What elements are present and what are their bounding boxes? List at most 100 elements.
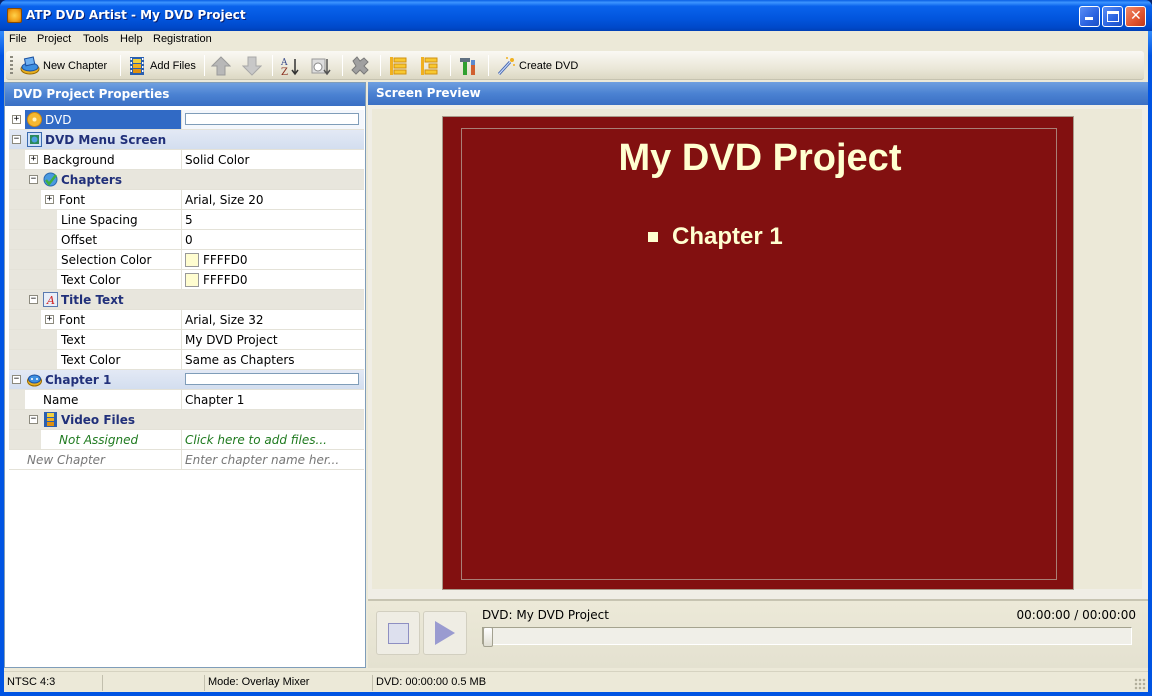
collapse-icon[interactable]: −: [12, 375, 21, 384]
color-hex: FFFFD0: [203, 273, 248, 287]
property-row-dvd-menu-screen[interactable]: − DVD Menu Screen: [9, 130, 364, 150]
property-row-not-assigned[interactable]: Not Assigned Click here to add files...: [9, 430, 364, 450]
safe-area-frame: My DVD Project Chapter 1: [461, 128, 1057, 580]
toolbar-separator: [380, 55, 381, 76]
property-row-chapters-font[interactable]: + Font Arial, Size 20: [9, 190, 364, 210]
property-row-title-text-color[interactable]: Text Color Same as Chapters: [9, 350, 364, 370]
list-expand-icon: [388, 56, 408, 76]
settings-button[interactable]: [458, 54, 481, 77]
move-up-button[interactable]: [210, 54, 234, 77]
collapse-icon[interactable]: −: [12, 135, 21, 144]
video-files-icon: [43, 412, 58, 427]
dvd-title-text[interactable]: My DVD Project: [462, 137, 1058, 180]
property-value[interactable]: 5: [181, 210, 364, 229]
move-down-button[interactable]: [241, 54, 265, 77]
properties-panel-header: DVD Project Properties: [5, 83, 365, 106]
minimize-button[interactable]: [1079, 6, 1100, 27]
property-row-dvd[interactable]: + DVD: [9, 110, 364, 130]
add-files-link[interactable]: Click here to add files...: [181, 430, 364, 449]
create-dvd-button[interactable]: Create DVD: [496, 54, 578, 77]
property-row-chapters[interactable]: − Chapters: [9, 170, 364, 190]
play-icon: [435, 621, 455, 645]
property-row-selection-color[interactable]: Selection Color FFFFD0: [9, 250, 364, 270]
menu-tools[interactable]: Tools: [83, 33, 109, 45]
resize-grip[interactable]: [1134, 678, 1146, 690]
tools-icon: [458, 56, 478, 76]
chapter-name-input[interactable]: [185, 373, 359, 385]
property-row-chapter-1[interactable]: − Chapter 1: [9, 370, 364, 390]
property-value[interactable]: Same as Chapters: [181, 350, 364, 369]
expand-all-button[interactable]: [388, 54, 411, 77]
list-collapse-icon: [419, 56, 439, 76]
toolbar-grip[interactable]: [10, 56, 13, 76]
title-bar[interactable]: ATP DVD Artist - My DVD Project ✕: [0, 0, 1152, 31]
property-row-new-chapter[interactable]: New Chapter Enter chapter name her...: [9, 450, 364, 470]
property-value[interactable]: 0: [181, 230, 364, 249]
dvd-menu-preview[interactable]: My DVD Project Chapter 1: [442, 116, 1074, 590]
maximize-icon: [1107, 11, 1119, 22]
sort-time-icon: [311, 56, 331, 76]
menu-help[interactable]: Help: [120, 33, 143, 45]
property-name: DVD Menu Screen: [45, 133, 167, 147]
play-button[interactable]: [423, 611, 467, 655]
property-row-offset[interactable]: Offset 0: [9, 230, 364, 250]
dvd-name-input[interactable]: [185, 113, 359, 125]
property-row-title-font[interactable]: + Font Arial, Size 32: [9, 310, 364, 330]
property-row-chapter-name[interactable]: Name Chapter 1: [9, 390, 364, 410]
add-files-button[interactable]: Add Files: [127, 54, 196, 77]
property-value[interactable]: Solid Color: [181, 150, 364, 169]
new-chapter-button[interactable]: New Chapter: [20, 54, 107, 77]
property-value[interactable]: Arial, Size 20: [181, 190, 364, 209]
menu-registration[interactable]: Registration: [153, 33, 212, 45]
property-value[interactable]: FFFFD0: [181, 270, 364, 289]
property-row-line-spacing[interactable]: Line Spacing 5: [9, 210, 364, 230]
new-chapter-input[interactable]: Enter chapter name her...: [181, 450, 364, 469]
stop-button[interactable]: [376, 611, 420, 655]
preview-panel-header: Screen Preview: [368, 82, 1148, 105]
arrow-down-icon: [241, 56, 263, 76]
collapse-icon[interactable]: −: [29, 295, 38, 304]
property-row-video-files[interactable]: − Video Files: [9, 410, 364, 430]
property-row-title-text-value[interactable]: Text My DVD Project: [9, 330, 364, 350]
property-name: Text Color: [61, 353, 121, 367]
collapse-icon[interactable]: −: [29, 175, 38, 184]
seek-thumb[interactable]: [483, 627, 493, 647]
property-name: Title Text: [61, 293, 124, 307]
color-swatch: [185, 273, 199, 287]
expand-icon[interactable]: +: [45, 315, 54, 324]
property-name: Video Files: [61, 413, 136, 427]
property-row-background[interactable]: + Background Solid Color: [9, 150, 364, 170]
expand-icon[interactable]: +: [12, 115, 21, 124]
player-time: 00:00:00 / 00:00:00: [1016, 608, 1136, 622]
menu-bar: File Project Tools Help Registration: [4, 31, 1148, 49]
menu-file[interactable]: File: [9, 33, 27, 45]
toolbar-separator: [204, 55, 205, 76]
property-value[interactable]: Arial, Size 32: [181, 310, 364, 329]
property-row-chapters-text-color[interactable]: Text Color FFFFD0: [9, 270, 364, 290]
chapter-label: Chapter 1: [672, 223, 783, 250]
magic-wand-icon: [496, 56, 516, 76]
menu-project[interactable]: Project: [37, 33, 71, 45]
svg-text:Z: Z: [281, 67, 288, 76]
delete-button[interactable]: [350, 54, 373, 77]
seek-bar[interactable]: [482, 627, 1132, 647]
expand-icon[interactable]: +: [29, 155, 38, 164]
property-value[interactable]: FFFFD0: [181, 250, 364, 269]
property-value[interactable]: Chapter 1: [181, 390, 364, 409]
status-format: NTSC 4:3: [7, 676, 56, 688]
menu-screen-icon: [27, 132, 42, 147]
close-button[interactable]: ✕: [1125, 6, 1146, 27]
collapse-all-button[interactable]: [419, 54, 442, 77]
property-name: Text: [61, 333, 86, 347]
property-name: Font: [59, 193, 86, 207]
expand-icon[interactable]: +: [45, 195, 54, 204]
property-value[interactable]: My DVD Project: [181, 330, 364, 349]
toolbar-separator: [120, 55, 121, 76]
sort-alphabetical-button[interactable]: AZ: [280, 54, 303, 78]
dvd-chapter-item[interactable]: Chapter 1: [648, 223, 783, 251]
maximize-button[interactable]: [1102, 6, 1123, 27]
dvd-disc-icon: [27, 112, 42, 127]
sort-by-time-button[interactable]: [311, 54, 334, 77]
property-row-title-text[interactable]: − A Title Text: [9, 290, 364, 310]
collapse-icon[interactable]: −: [29, 415, 38, 424]
